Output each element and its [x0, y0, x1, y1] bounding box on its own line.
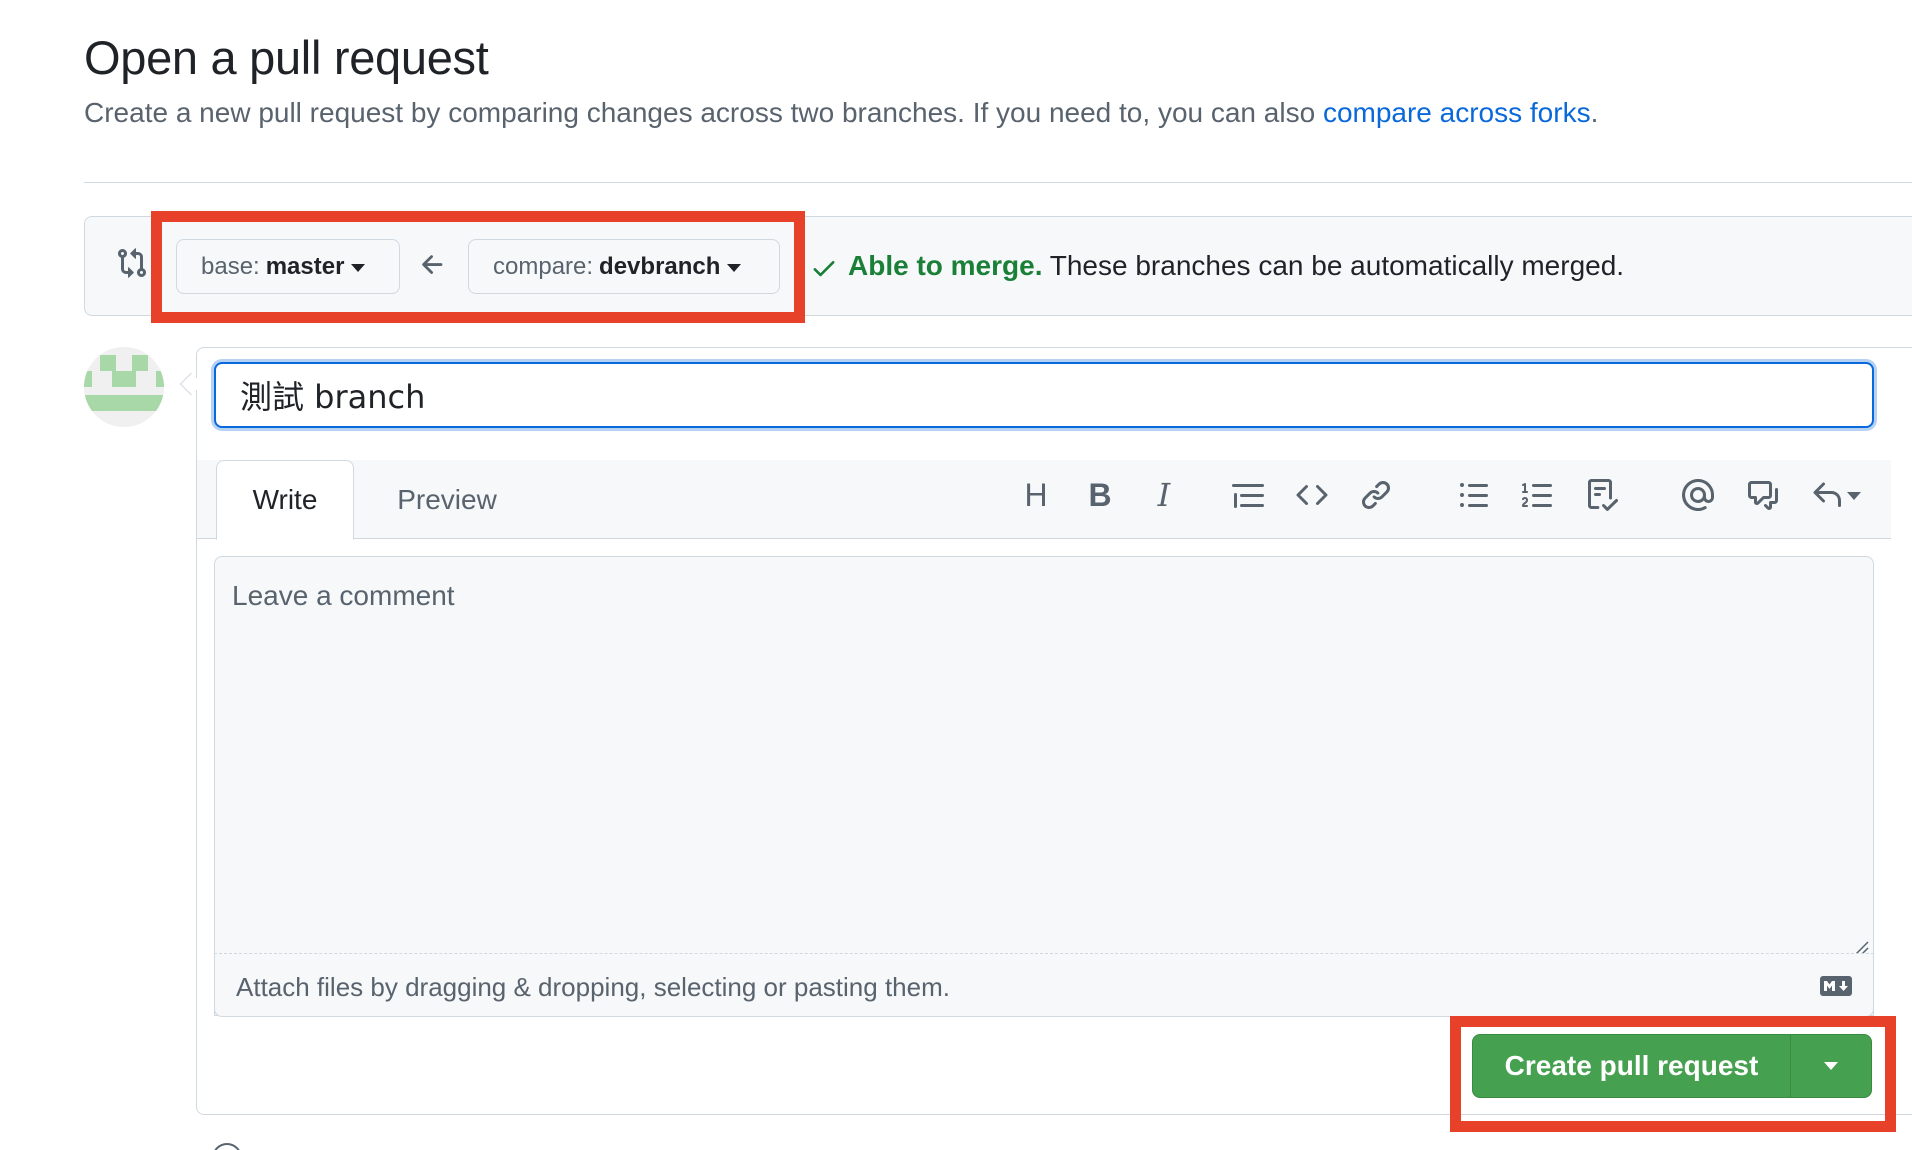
- heading-icon: H: [1024, 476, 1048, 513]
- merge-status-ok: Able to merge.: [848, 250, 1043, 281]
- unordered-list-icon: [1460, 483, 1488, 507]
- unordered-list-button[interactable]: [1454, 475, 1494, 515]
- cross-reference-icon: [1748, 481, 1778, 510]
- attach-files-text: Attach files by dragging & dropping, sel…: [236, 972, 950, 1002]
- divider: [84, 182, 1912, 183]
- task-list-icon: [1588, 479, 1618, 511]
- tab-write[interactable]: Write: [216, 460, 354, 540]
- identicon-icon: [84, 347, 164, 427]
- ordered-list-button[interactable]: [1518, 475, 1558, 515]
- cross-reference-button[interactable]: [1742, 475, 1782, 515]
- heading-button[interactable]: H: [1016, 475, 1056, 515]
- page-description-text: Create a new pull request by comparing c…: [84, 97, 1323, 128]
- reply-icon: [1813, 482, 1841, 507]
- bold-button[interactable]: B: [1080, 475, 1120, 515]
- highlight-box-create: [1450, 1016, 1896, 1132]
- merge-status: Able to merge. These branches can be aut…: [848, 250, 1624, 282]
- link-icon: [1361, 480, 1391, 510]
- check-icon: [813, 261, 835, 277]
- compare-across-forks-link[interactable]: compare across forks: [1323, 97, 1591, 128]
- tab-preview[interactable]: Preview: [370, 460, 524, 540]
- mention-icon: [1682, 479, 1714, 511]
- comment-placeholder: Leave a comment: [232, 580, 455, 611]
- task-list-button[interactable]: [1582, 475, 1622, 515]
- bold-icon: B: [1088, 476, 1112, 513]
- quote-button[interactable]: [1228, 475, 1268, 515]
- chevron-down-icon: [1847, 492, 1861, 500]
- link-button[interactable]: [1356, 475, 1396, 515]
- comment-textarea[interactable]: [214, 556, 1874, 1016]
- merge-status-detail: These branches can be automatically merg…: [1042, 250, 1625, 281]
- mention-button[interactable]: [1678, 475, 1718, 515]
- page-title: Open a pull request: [84, 31, 489, 84]
- page-description-end: .: [1590, 97, 1599, 128]
- partial-circle-icon: [212, 1143, 242, 1150]
- markdown-icon[interactable]: [1820, 976, 1852, 996]
- italic-icon: I: [1157, 476, 1171, 514]
- ordered-list-icon: [1522, 483, 1552, 507]
- page-description: Create a new pull request by comparing c…: [84, 97, 1598, 129]
- git-compare-icon: [118, 248, 147, 278]
- quote-icon: [1232, 484, 1264, 508]
- pr-title-input[interactable]: [214, 362, 1874, 428]
- code-icon: [1296, 484, 1328, 506]
- code-button[interactable]: [1292, 475, 1332, 515]
- italic-button[interactable]: I: [1144, 475, 1184, 515]
- saved-replies-button[interactable]: [1806, 475, 1866, 515]
- highlight-box-branches: [151, 211, 805, 323]
- avatar: [84, 347, 164, 427]
